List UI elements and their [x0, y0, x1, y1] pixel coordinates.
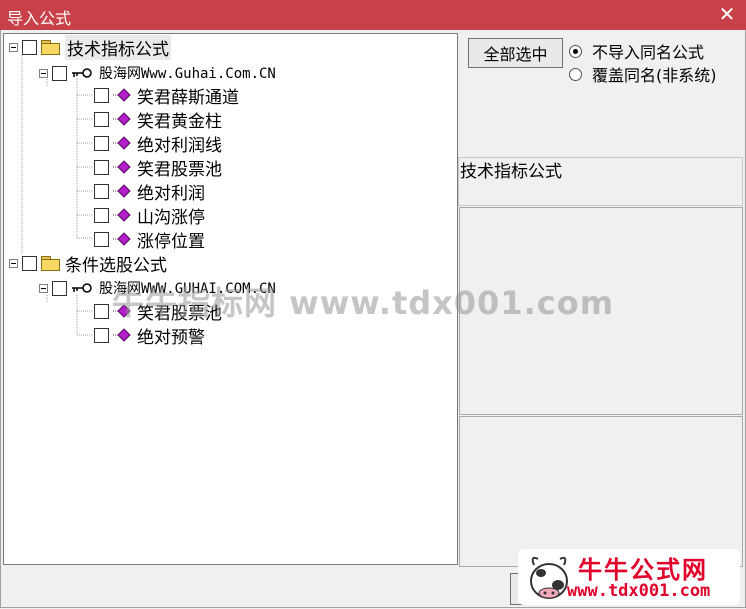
formula-gem-icon — [113, 160, 131, 174]
formula-item[interactable]: 笑君黄金柱 — [94, 107, 222, 132]
watermark-url: www.tdx001.com — [567, 581, 711, 601]
collapse-toggle[interactable] — [39, 68, 48, 78]
formula-label[interactable]: 笑君股票池 — [137, 155, 222, 180]
checkbox[interactable] — [52, 280, 67, 296]
checkbox[interactable] — [94, 231, 109, 247]
formula-item[interactable]: 绝对预警 — [94, 323, 205, 348]
folder-icon — [41, 256, 60, 271]
radio-button-selected[interactable] — [569, 44, 582, 58]
tree-group-screener[interactable]: 条件选股公式 — [9, 251, 167, 276]
author-label[interactable]: 股海网Www.Guhai.Com.CN — [99, 63, 276, 83]
select-all-button[interactable]: 全部选中 — [468, 38, 563, 68]
formula-label[interactable]: 涨停位置 — [137, 227, 205, 252]
formula-item[interactable]: 涨停位置 — [94, 227, 205, 252]
folder-icon — [41, 40, 60, 55]
formula-label[interactable]: 山沟涨停 — [137, 203, 205, 228]
radio-overwrite-label: 覆盖同名(非系统) — [592, 66, 717, 85]
checkbox[interactable] — [94, 87, 109, 103]
watermark-brand: 牛牛公式网 — [578, 556, 708, 584]
formula-gem-icon — [113, 232, 131, 246]
formula-gem-icon — [113, 208, 131, 222]
formula-item[interactable]: 笑君股票池 — [94, 155, 222, 180]
formula-gem-icon — [113, 328, 131, 342]
close-icon[interactable]: ✕ — [716, 2, 738, 26]
formula-item[interactable]: 山沟涨停 — [94, 203, 205, 228]
formula-gem-icon — [113, 136, 131, 150]
checkbox[interactable] — [94, 183, 109, 199]
formula-label[interactable]: 绝对利润线 — [137, 131, 222, 156]
radio-skip-label: 不导入同名公式 — [592, 43, 705, 62]
formula-gem-icon — [113, 184, 131, 198]
checkbox[interactable] — [94, 111, 109, 127]
group-label[interactable]: 技术指标公式 — [65, 34, 171, 60]
checkbox[interactable] — [94, 207, 109, 223]
checkbox[interactable] — [94, 159, 109, 175]
checkbox[interactable] — [22, 255, 37, 271]
collapse-toggle[interactable] — [39, 283, 48, 293]
detail-panel — [459, 416, 743, 567]
formula-item[interactable]: 绝对利润 — [94, 179, 205, 204]
radio-overwrite[interactable]: 覆盖同名(非系统) — [569, 64, 717, 85]
watermark-text: 牛牛指标网 www.tdx001.com — [112, 284, 615, 322]
checkbox[interactable] — [94, 135, 109, 151]
key-icon — [72, 283, 92, 293]
checkbox[interactable] — [94, 303, 109, 319]
formula-item[interactable]: 笑君薛斯通道 — [94, 83, 239, 108]
collapse-toggle[interactable] — [9, 42, 18, 52]
radio-skip-duplicates[interactable]: 不导入同名公式 — [569, 41, 705, 62]
window-title: 导入公式 — [7, 9, 72, 28]
formula-label[interactable]: 笑君黄金柱 — [137, 107, 222, 132]
formula-gem-icon — [113, 88, 131, 102]
collapse-toggle[interactable] — [9, 258, 18, 268]
formula-gem-icon — [113, 112, 131, 126]
formula-item[interactable]: 绝对利润线 — [94, 131, 222, 156]
formula-label[interactable]: 绝对预警 — [137, 323, 205, 348]
formula-label[interactable]: 绝对利润 — [137, 179, 205, 204]
info-title: 技术指标公式 — [460, 162, 562, 182]
checkbox[interactable] — [52, 65, 67, 81]
key-icon — [72, 68, 92, 78]
tree-author-node[interactable]: 股海网Www.Guhai.Com.CN — [39, 62, 276, 84]
group-label[interactable]: 条件选股公式 — [65, 251, 167, 276]
formula-label[interactable]: 笑君薛斯通道 — [137, 83, 239, 108]
title-bar: 导入公式 ✕ — [0, 0, 746, 30]
tree-group-indicators[interactable]: 技术指标公式 — [9, 34, 171, 60]
checkbox[interactable] — [94, 327, 109, 343]
radio-button[interactable] — [569, 67, 582, 81]
checkbox[interactable] — [22, 39, 37, 55]
